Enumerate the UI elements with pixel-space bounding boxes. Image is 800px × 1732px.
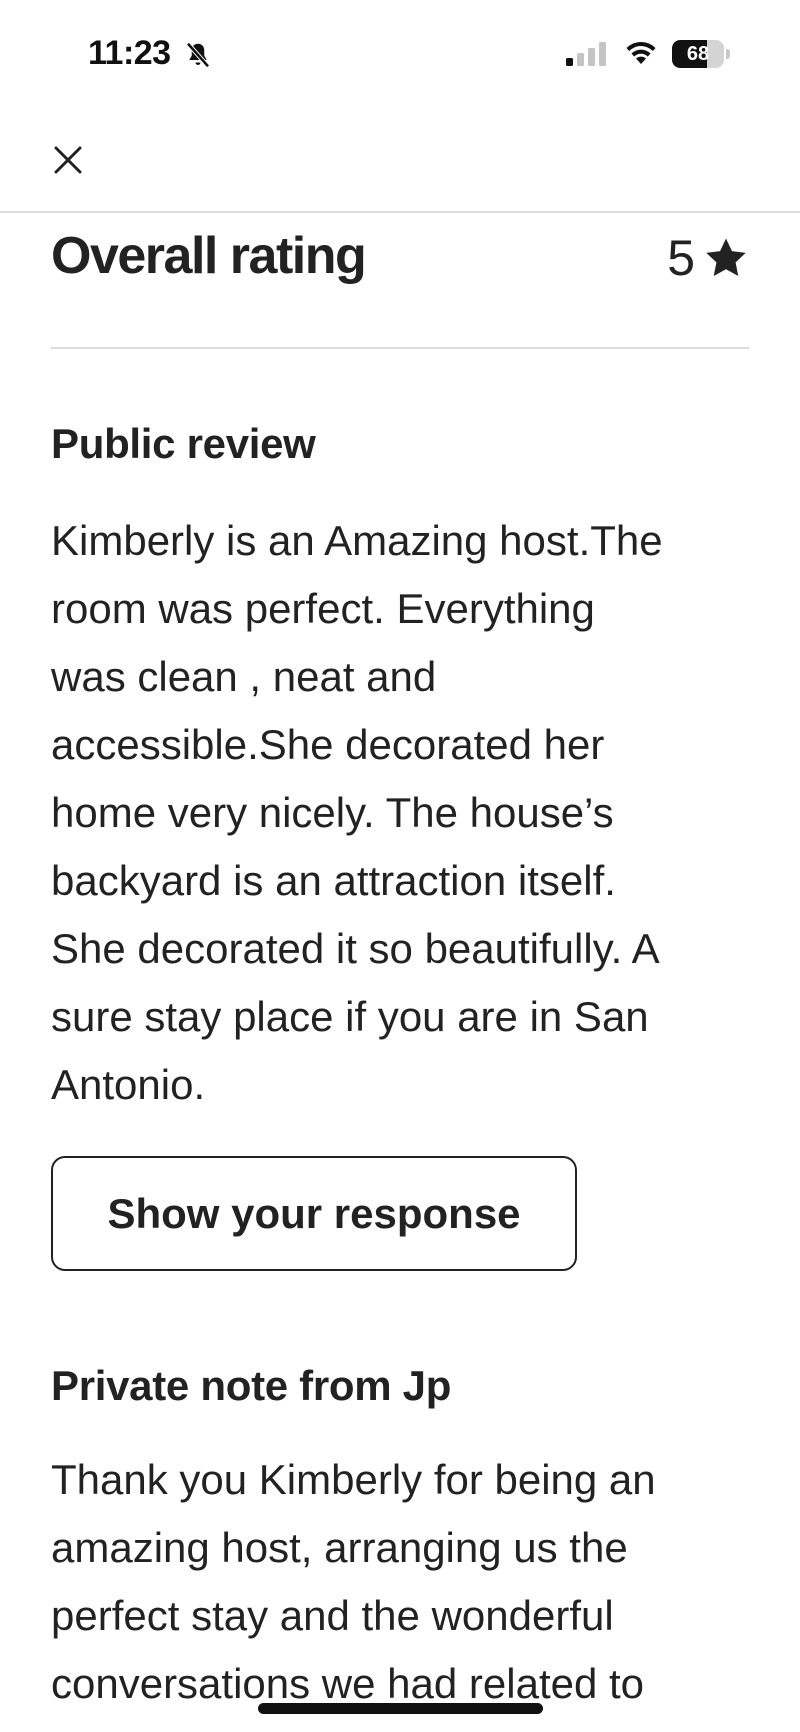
private-note-text: Thank you Kimberly for being an amazing … (51, 1456, 656, 1707)
star-icon (706, 238, 746, 277)
bell-muted-icon (186, 42, 210, 68)
battery-level: 68 (686, 43, 710, 65)
battery-body: 68 (672, 40, 724, 68)
section-divider (51, 347, 749, 349)
public-review-text: Kimberly is an Amazing host.The room was… (51, 517, 663, 1108)
overall-rating-label: Overall rating (51, 227, 367, 285)
battery-icon: 68 (672, 40, 730, 68)
wifi-icon (626, 41, 656, 64)
header-divider (0, 211, 800, 213)
close-icon[interactable] (46, 138, 90, 182)
review-detail-screen: 11:23 68 Overall rating 5 Public review … (0, 0, 800, 1732)
show-response-button[interactable]: Show your response (51, 1156, 577, 1271)
overall-rating-value: 5 (667, 230, 695, 286)
overall-rating-row: Overall rating 5 (51, 226, 749, 296)
private-note-title: Private note from Jp (51, 1362, 452, 1409)
home-indicator[interactable] (258, 1703, 543, 1714)
status-time: 11:23 (88, 34, 171, 72)
battery-cap (726, 49, 730, 59)
status-bar: 11:23 68 (0, 0, 800, 110)
public-review-title: Public review (51, 420, 316, 467)
overall-rating-score: 5 (667, 230, 749, 286)
cellular-signal-icon (566, 42, 606, 66)
